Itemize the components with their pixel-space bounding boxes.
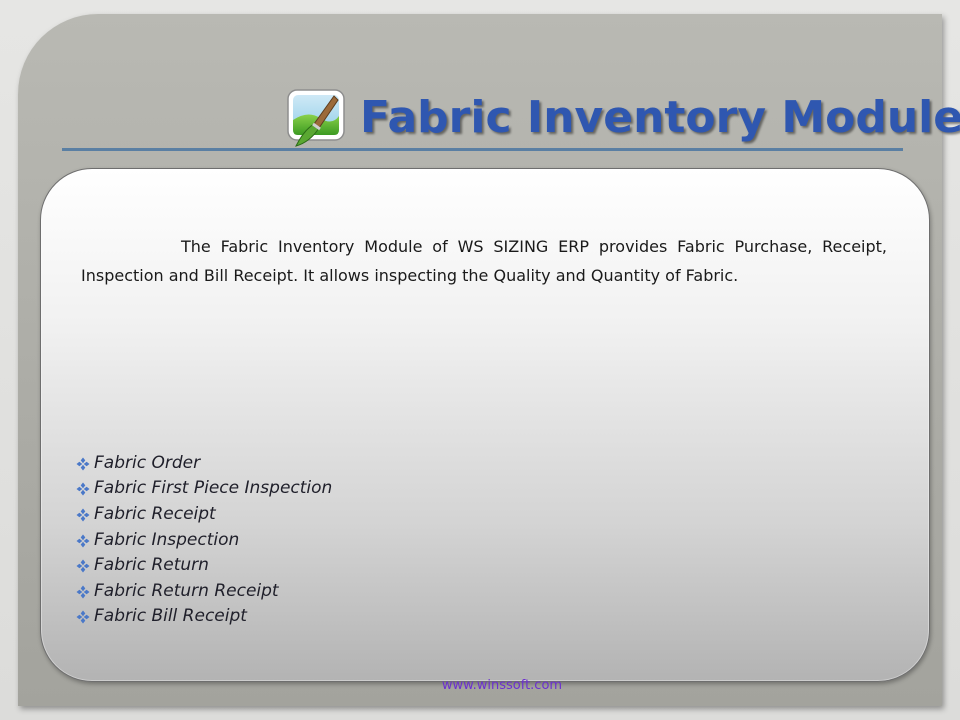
feature-list-item: Fabric Receipt [76, 501, 332, 527]
feature-list-item: Fabric Return Receipt [76, 578, 332, 604]
four-diamond-bullet-icon [76, 584, 90, 599]
feature-list-item: Fabric Order [76, 450, 332, 476]
feature-label: Fabric Receipt [94, 503, 216, 524]
feature-list-item: Fabric Return [76, 552, 332, 578]
title-divider [62, 148, 903, 151]
four-diamond-bullet-icon [76, 533, 90, 548]
module-feature-list: Fabric Order Fabric First Piece Inspecti… [76, 450, 332, 629]
feature-label: Fabric Inspection [94, 529, 240, 550]
feature-label: Fabric Return Receipt [94, 580, 279, 601]
feature-label: Fabric Return [94, 555, 209, 576]
page-title: Fabric Inventory Module [360, 91, 960, 143]
feature-list-item: Fabric First Piece Inspection [76, 476, 332, 502]
feature-label: Fabric Order [94, 452, 201, 473]
feature-list-item: Fabric Inspection [76, 527, 332, 553]
four-diamond-bullet-icon [76, 481, 90, 496]
intro-paragraph: The Fabric Inventory Module of WS SIZING… [81, 237, 887, 285]
four-diamond-bullet-icon [76, 456, 90, 471]
four-diamond-bullet-icon [76, 507, 90, 522]
title-row: Fabric Inventory Module [286, 82, 960, 152]
paint-brush-icon [286, 86, 348, 148]
four-diamond-bullet-icon [76, 609, 90, 624]
feature-label: Fabric Bill Receipt [94, 606, 247, 627]
footer-website: www.winssoft.com [441, 678, 563, 693]
four-diamond-bullet-icon [76, 558, 90, 573]
feature-list-item: Fabric Bill Receipt [76, 604, 332, 630]
feature-label: Fabric First Piece Inspection [94, 478, 333, 499]
